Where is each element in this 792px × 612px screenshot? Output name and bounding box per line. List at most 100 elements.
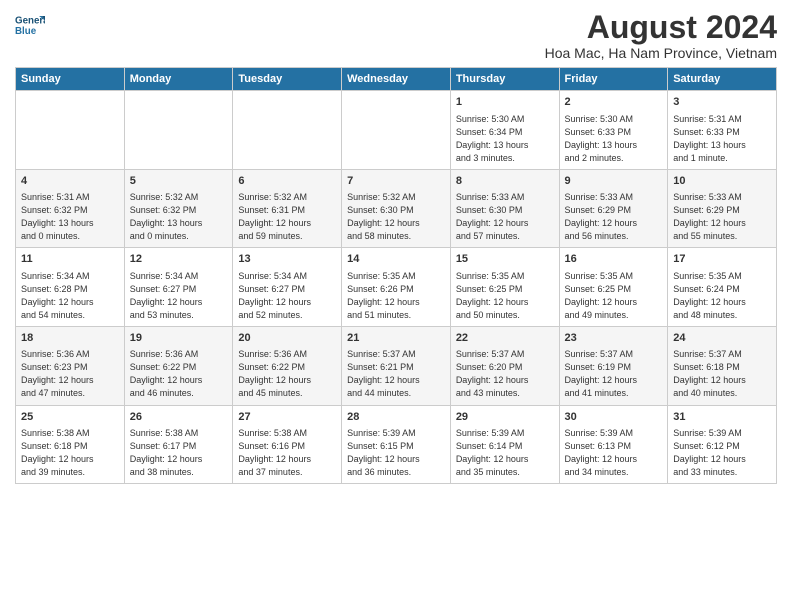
col-wednesday: Wednesday <box>342 68 451 91</box>
day-number: 25 <box>21 410 119 425</box>
calendar-cell: 2 Sunrise: 5:30 AM Sunset: 6:33 PM Daylig… <box>559 91 668 170</box>
cell-content: Sunrise: 5:34 AM Sunset: 6:28 PM Dayligh… <box>21 270 119 322</box>
cell-content: Sunrise: 5:39 AM Sunset: 6:13 PM Dayligh… <box>565 427 663 479</box>
day-number: 12 <box>130 252 228 267</box>
day-number: 15 <box>456 252 554 267</box>
day-number: 2 <box>565 95 663 110</box>
week-row-4: 18 Sunrise: 5:36 AM Sunset: 6:23 PM Dayli… <box>16 326 777 405</box>
calendar-cell: 4Sunrise: 5:31 AM Sunset: 6:32 PM Daylig… <box>16 169 125 248</box>
header: General Blue August 2024 Hoa Mac, Ha Nam… <box>15 10 777 61</box>
day-number: 20 <box>238 331 336 346</box>
header-row: Sunday Monday Tuesday Wednesday Thursday… <box>16 68 777 91</box>
cell-content: Sunrise: 5:35 AM Sunset: 6:25 PM Dayligh… <box>565 270 663 322</box>
calendar-cell: 10 Sunrise: 5:33 AM Sunset: 6:29 PM Dayli… <box>668 169 777 248</box>
calendar-cell <box>233 91 342 170</box>
calendar-cell <box>16 91 125 170</box>
logo: General Blue <box>15 10 45 40</box>
main-title: August 2024 <box>545 10 777 45</box>
day-number: 16 <box>565 252 663 267</box>
calendar-cell: 27Sunrise: 5:38 AM Sunset: 6:16 PM Dayli… <box>233 405 342 484</box>
day-number: 29 <box>456 410 554 425</box>
calendar-cell: 28 Sunrise: 5:39 AM Sunset: 6:15 PM Dayli… <box>342 405 451 484</box>
calendar-cell: 16 Sunrise: 5:35 AM Sunset: 6:25 PM Dayli… <box>559 248 668 327</box>
calendar-cell: 25 Sunrise: 5:38 AM Sunset: 6:18 PM Dayli… <box>16 405 125 484</box>
day-number: 8 <box>456 174 554 189</box>
logo-icon: General Blue <box>15 10 45 40</box>
calendar-cell: 14Sunrise: 5:35 AM Sunset: 6:26 PM Dayli… <box>342 248 451 327</box>
calendar-table: Sunday Monday Tuesday Wednesday Thursday… <box>15 67 777 484</box>
week-row-5: 25 Sunrise: 5:38 AM Sunset: 6:18 PM Dayli… <box>16 405 777 484</box>
col-sunday: Sunday <box>16 68 125 91</box>
cell-content: Sunrise: 5:33 AM Sunset: 6:30 PM Dayligh… <box>456 191 554 243</box>
day-number: 31 <box>673 410 771 425</box>
cell-content: Sunrise: 5:38 AM Sunset: 6:16 PM Dayligh… <box>238 427 336 479</box>
day-number: 13 <box>238 252 336 267</box>
subtitle: Hoa Mac, Ha Nam Province, Vietnam <box>545 45 777 61</box>
week-row-1: 1Sunrise: 5:30 AM Sunset: 6:34 PM Daylig… <box>16 91 777 170</box>
week-row-2: 4Sunrise: 5:31 AM Sunset: 6:32 PM Daylig… <box>16 169 777 248</box>
col-thursday: Thursday <box>450 68 559 91</box>
svg-text:General: General <box>15 16 45 27</box>
day-number: 19 <box>130 331 228 346</box>
day-number: 3 <box>673 95 771 110</box>
calendar-cell: 22 Sunrise: 5:37 AM Sunset: 6:20 PM Dayli… <box>450 326 559 405</box>
cell-content: Sunrise: 5:38 AM Sunset: 6:17 PM Dayligh… <box>130 427 228 479</box>
cell-content: Sunrise: 5:36 AM Sunset: 6:22 PM Dayligh… <box>238 348 336 400</box>
cell-content: Sunrise: 5:37 AM Sunset: 6:18 PM Dayligh… <box>673 348 771 400</box>
svg-text:Blue: Blue <box>15 26 37 37</box>
cell-content: Sunrise: 5:35 AM Sunset: 6:25 PM Dayligh… <box>456 270 554 322</box>
calendar-cell: 3 Sunrise: 5:31 AM Sunset: 6:33 PM Daylig… <box>668 91 777 170</box>
calendar-cell: 26 Sunrise: 5:38 AM Sunset: 6:17 PM Dayli… <box>124 405 233 484</box>
calendar-cell: 7Sunrise: 5:32 AM Sunset: 6:30 PM Daylig… <box>342 169 451 248</box>
calendar-cell: 19 Sunrise: 5:36 AM Sunset: 6:22 PM Dayli… <box>124 326 233 405</box>
day-number: 24 <box>673 331 771 346</box>
cell-content: Sunrise: 5:39 AM Sunset: 6:15 PM Dayligh… <box>347 427 445 479</box>
day-number: 7 <box>347 174 445 189</box>
col-tuesday: Tuesday <box>233 68 342 91</box>
cell-content: Sunrise: 5:36 AM Sunset: 6:22 PM Dayligh… <box>130 348 228 400</box>
cell-content: Sunrise: 5:33 AM Sunset: 6:29 PM Dayligh… <box>565 191 663 243</box>
calendar-cell: 9 Sunrise: 5:33 AM Sunset: 6:29 PM Daylig… <box>559 169 668 248</box>
calendar-cell: 30 Sunrise: 5:39 AM Sunset: 6:13 PM Dayli… <box>559 405 668 484</box>
cell-content: Sunrise: 5:37 AM Sunset: 6:20 PM Dayligh… <box>456 348 554 400</box>
day-number: 5 <box>130 174 228 189</box>
day-number: 18 <box>21 331 119 346</box>
calendar-cell: 18 Sunrise: 5:36 AM Sunset: 6:23 PM Dayli… <box>16 326 125 405</box>
day-number: 11 <box>21 252 119 267</box>
col-monday: Monday <box>124 68 233 91</box>
calendar-cell: 15 Sunrise: 5:35 AM Sunset: 6:25 PM Dayli… <box>450 248 559 327</box>
cell-content: Sunrise: 5:38 AM Sunset: 6:18 PM Dayligh… <box>21 427 119 479</box>
day-number: 26 <box>130 410 228 425</box>
cell-content: Sunrise: 5:37 AM Sunset: 6:21 PM Dayligh… <box>347 348 445 400</box>
cell-content: Sunrise: 5:32 AM Sunset: 6:32 PM Dayligh… <box>130 191 228 243</box>
cell-content: Sunrise: 5:33 AM Sunset: 6:29 PM Dayligh… <box>673 191 771 243</box>
day-number: 22 <box>456 331 554 346</box>
day-number: 9 <box>565 174 663 189</box>
calendar-cell <box>124 91 233 170</box>
day-number: 10 <box>673 174 771 189</box>
calendar-cell <box>342 91 451 170</box>
day-number: 4 <box>21 174 119 189</box>
cell-content: Sunrise: 5:34 AM Sunset: 6:27 PM Dayligh… <box>130 270 228 322</box>
calendar-cell: 29 Sunrise: 5:39 AM Sunset: 6:14 PM Dayli… <box>450 405 559 484</box>
calendar-cell: 24 Sunrise: 5:37 AM Sunset: 6:18 PM Dayli… <box>668 326 777 405</box>
page: General Blue August 2024 Hoa Mac, Ha Nam… <box>0 0 792 494</box>
day-number: 28 <box>347 410 445 425</box>
calendar-cell: 20 Sunrise: 5:36 AM Sunset: 6:22 PM Dayli… <box>233 326 342 405</box>
calendar-cell: 17Sunrise: 5:35 AM Sunset: 6:24 PM Dayli… <box>668 248 777 327</box>
week-row-3: 11 Sunrise: 5:34 AM Sunset: 6:28 PM Dayli… <box>16 248 777 327</box>
day-number: 30 <box>565 410 663 425</box>
title-block: August 2024 Hoa Mac, Ha Nam Province, Vi… <box>545 10 777 61</box>
calendar-cell: 1Sunrise: 5:30 AM Sunset: 6:34 PM Daylig… <box>450 91 559 170</box>
day-number: 17 <box>673 252 771 267</box>
cell-content: Sunrise: 5:39 AM Sunset: 6:14 PM Dayligh… <box>456 427 554 479</box>
cell-content: Sunrise: 5:36 AM Sunset: 6:23 PM Dayligh… <box>21 348 119 400</box>
calendar-cell: 8 Sunrise: 5:33 AM Sunset: 6:30 PM Daylig… <box>450 169 559 248</box>
calendar-cell: 23Sunrise: 5:37 AM Sunset: 6:19 PM Dayli… <box>559 326 668 405</box>
calendar-cell: 6Sunrise: 5:32 AM Sunset: 6:31 PM Daylig… <box>233 169 342 248</box>
calendar-cell: 12 Sunrise: 5:34 AM Sunset: 6:27 PM Dayli… <box>124 248 233 327</box>
calendar-cell: 31Sunrise: 5:39 AM Sunset: 6:12 PM Dayli… <box>668 405 777 484</box>
day-number: 1 <box>456 95 554 110</box>
cell-content: Sunrise: 5:31 AM Sunset: 6:33 PM Dayligh… <box>673 113 771 165</box>
cell-content: Sunrise: 5:30 AM Sunset: 6:33 PM Dayligh… <box>565 113 663 165</box>
